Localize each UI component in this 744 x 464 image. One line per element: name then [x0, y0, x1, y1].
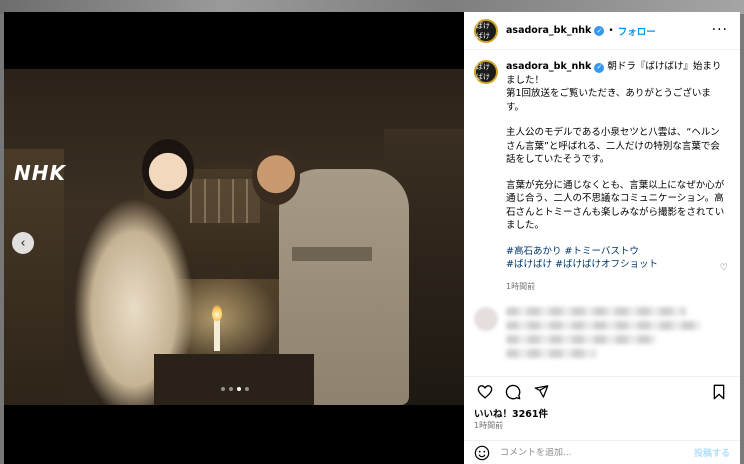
avatar-text: ばけばけ — [476, 21, 490, 40]
carousel-dots — [221, 387, 249, 391]
caption-para2: 主人公のモデルである小泉セツと八雲は、“ヘルンさん言葉”と呼ばれる、二人だけの特… — [506, 127, 720, 165]
verified-icon: ✓ — [594, 62, 605, 73]
hashtags: #高石あかり #トミーバストウ #ばけばけ #ばけばけオフショット — [506, 245, 726, 272]
carousel-dot — [237, 387, 241, 391]
comment-button[interactable] — [502, 381, 524, 403]
caption-para3: 言葉が充分に通じなくとも、言葉以上になぜか心が通じ合う、二人の不思議なコミュニケ… — [506, 179, 725, 232]
post-photo: NHK — [4, 69, 464, 405]
shoji-window — [190, 179, 260, 223]
candle-flame — [212, 305, 222, 321]
carousel-dot — [229, 387, 233, 391]
send-icon — [534, 385, 548, 398]
hashtags-line2[interactable]: #ばけばけ #ばけばけオフショット — [506, 258, 726, 272]
hashtags-line1[interactable]: #高石あかり #トミーバストウ — [506, 245, 726, 259]
comment-icon — [505, 384, 521, 399]
post-media: NHK ‹ — [4, 12, 464, 464]
post-modal: NHK ‹ ばけばけ asadora_bk_nhk ✓ • フォロー ··· ば… — [4, 12, 740, 464]
post-time[interactable]: 1時間前 — [474, 420, 503, 431]
caption-line2: 第1回放送をご覧いただき、ありがとうございます。 — [506, 88, 711, 113]
blurred-comment — [474, 307, 730, 363]
caption-avatar[interactable]: ばけばけ — [474, 60, 498, 84]
person-right-obi — [292, 247, 372, 261]
save-button[interactable] — [708, 381, 730, 403]
avatar-text: ばけばけ — [476, 63, 490, 81]
carousel-dot — [245, 387, 249, 391]
emoji-icon[interactable] — [474, 445, 490, 461]
bookmark-icon — [713, 384, 725, 399]
chevron-left-icon: ‹ — [20, 235, 26, 251]
caption-time: 1時間前 — [506, 281, 536, 291]
follow-button[interactable]: フォロー — [618, 24, 656, 38]
share-button[interactable] — [530, 381, 552, 403]
post-header: ばけばけ asadora_bk_nhk ✓ • フォロー ··· — [464, 12, 740, 50]
comment-input[interactable] — [500, 447, 670, 458]
caption-username[interactable]: asadora_bk_nhk — [506, 61, 591, 72]
likes-count[interactable]: いいね！3261件 — [474, 406, 548, 420]
verified-icon: ✓ — [594, 25, 605, 36]
username-link[interactable]: asadora_bk_nhk — [506, 25, 591, 36]
more-horizontal-icon[interactable]: ··· — [712, 22, 728, 38]
blurred-avatar — [474, 307, 498, 331]
caption-text: asadora_bk_nhk ✓ 朝ドラ『ばけばけ』始まりました！ 第1回放送をご… — [506, 60, 726, 293]
carousel-prev-button[interactable]: ‹ — [12, 232, 34, 254]
nhk-logo: NHK — [14, 161, 66, 185]
caption-row: ばけばけ asadora_bk_nhk ✓ 朝ドラ『ばけばけ』始まりました！ 第1… — [474, 60, 730, 293]
person-left-head — [142, 139, 194, 199]
comment-bar: 投稿する — [464, 440, 740, 464]
like-button[interactable] — [474, 381, 496, 403]
heart-icon — [477, 385, 493, 399]
person-right-head — [252, 149, 300, 205]
blurred-comment-text — [506, 307, 706, 363]
post-sidebar: ばけばけ asadora_bk_nhk ✓ • フォロー ··· ばけばけ as… — [464, 12, 740, 464]
action-bar — [464, 376, 740, 406]
avatar[interactable]: ばけばけ — [474, 18, 498, 43]
comment-like-icon[interactable]: ♡ — [720, 263, 728, 273]
bookshelf-left — [4, 149, 64, 405]
separator: • — [608, 25, 614, 36]
caption-area: ばけばけ asadora_bk_nhk ✓ 朝ドラ『ばけばけ』始まりました！ 第1… — [464, 50, 740, 376]
carousel-dot — [221, 387, 225, 391]
candle — [214, 319, 220, 351]
post-comment-button[interactable]: 投稿する — [694, 446, 730, 459]
low-table — [154, 354, 314, 405]
